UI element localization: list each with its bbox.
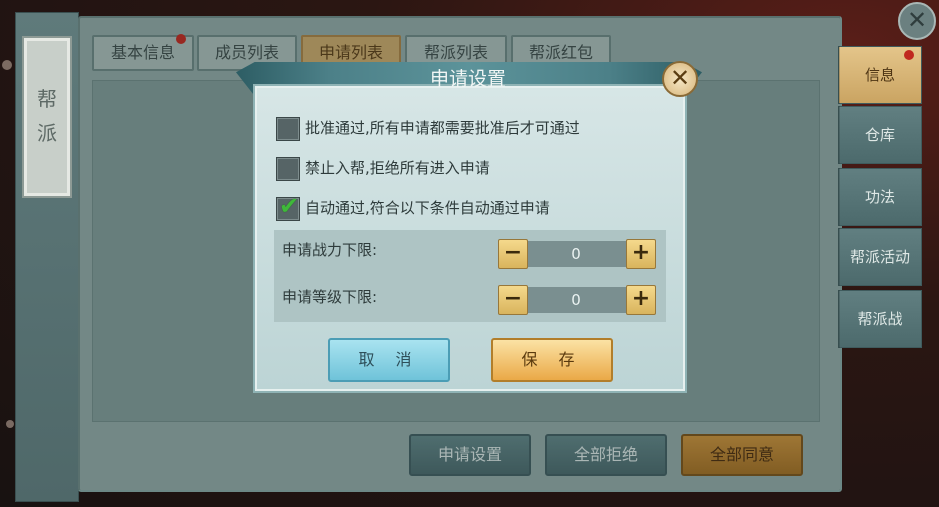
button-label: 取 消: [358, 350, 420, 369]
side-tab-label: 信息: [864, 66, 895, 84]
option-label: 批准通过,所有申请都需要批准后才可通过: [305, 119, 580, 137]
side-tab-label: 帮派战: [857, 310, 903, 328]
plaque-char: 派: [37, 121, 57, 145]
blossom-decoration: [2, 60, 12, 70]
side-tab-label: 仓库: [864, 126, 895, 144]
plus-icon[interactable]: +: [626, 285, 656, 315]
plaque-char: 帮: [37, 87, 57, 111]
minus-icon[interactable]: −: [498, 239, 528, 269]
auto-approve-checkbox[interactable]: ✔: [276, 192, 300, 221]
side-tab-skills[interactable]: 功法: [838, 168, 922, 226]
condition-label: 申请战力下限:: [282, 241, 378, 259]
block-join-checkbox[interactable]: [276, 157, 300, 181]
cancel-button[interactable]: 取 消: [328, 338, 450, 382]
button-label: 保 存: [521, 350, 583, 369]
close-icon[interactable]: ✕: [898, 2, 936, 40]
option-label: 禁止入帮,拒绝所有进入申请: [305, 159, 490, 177]
condition-label: 申请等级下限:: [282, 288, 378, 306]
option-label: 自动通过,符合以下条件自动通过申请: [305, 199, 550, 217]
side-tab-warehouse[interactable]: 仓库: [838, 106, 922, 164]
minus-icon[interactable]: −: [498, 285, 528, 315]
save-button[interactable]: 保 存: [491, 338, 613, 382]
side-tab-guild-activity[interactable]: 帮派活动: [838, 228, 922, 286]
power-min-value[interactable]: 0: [536, 241, 616, 267]
checkmark-icon: ✔: [279, 192, 300, 220]
notification-dot: [904, 50, 914, 60]
approve-required-checkbox[interactable]: [276, 117, 300, 141]
close-icon[interactable]: ✕: [662, 61, 698, 97]
side-tab-label: 帮派活动: [849, 248, 910, 266]
blossom-decoration: [6, 420, 14, 428]
level-min-value[interactable]: 0: [536, 287, 616, 313]
side-tab-guild-war[interactable]: 帮派战: [838, 290, 922, 348]
plus-icon[interactable]: +: [626, 239, 656, 269]
side-tab-label: 功法: [864, 188, 895, 206]
dialog-title: 申请设置: [429, 68, 506, 90]
guild-plaque: 帮 派: [22, 36, 72, 198]
